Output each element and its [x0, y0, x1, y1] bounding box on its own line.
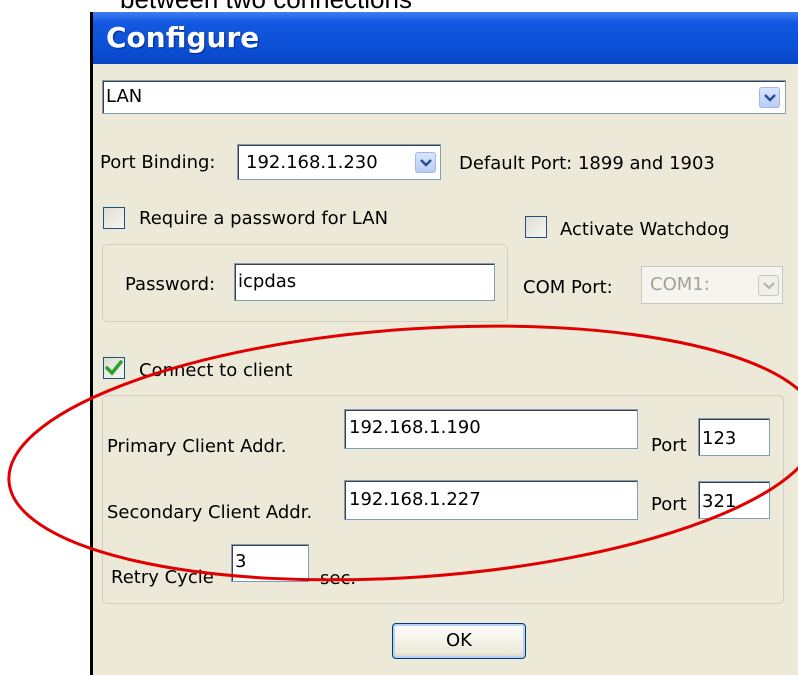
- primary-port-value: 123: [702, 428, 737, 449]
- connection-type-dropdown-button[interactable]: [759, 87, 780, 108]
- primary-client-address-field[interactable]: 192.168.1.190: [344, 409, 638, 449]
- chevron-down-icon: [764, 94, 776, 102]
- checkmark-icon: [105, 360, 123, 376]
- primary-client-label: Primary Client Addr.: [107, 436, 287, 457]
- password-label: Password:: [125, 274, 216, 295]
- activate-watchdog-checkbox[interactable]: [525, 216, 547, 238]
- secondary-client-address-value: 192.168.1.227: [349, 489, 481, 510]
- port-binding-select[interactable]: 192.168.1.230: [237, 144, 441, 180]
- secondary-port-label: Port: [651, 494, 687, 515]
- connection-type-value: LAN: [106, 86, 143, 107]
- secondary-port-value: 321: [702, 491, 737, 512]
- require-password-checkbox[interactable]: [103, 207, 125, 229]
- com-port-value: COM1:: [650, 274, 710, 295]
- chevron-down-icon: [420, 159, 432, 167]
- port-binding-dropdown-button[interactable]: [415, 152, 436, 173]
- window-title: Configure: [106, 21, 260, 54]
- primary-client-address-value: 192.168.1.190: [349, 417, 481, 438]
- ok-button[interactable]: OK: [392, 623, 526, 659]
- configure-dialog: Configure LAN Port Binding: 192.168.1.23…: [90, 12, 798, 675]
- secondary-client-label: Secondary Client Addr.: [107, 502, 313, 523]
- connect-to-client-checkbox[interactable]: [103, 357, 125, 379]
- secondary-port-field[interactable]: 321: [698, 481, 770, 519]
- secondary-client-address-field[interactable]: 192.168.1.227: [344, 480, 638, 520]
- chevron-down-icon: [763, 282, 775, 290]
- title-bar: Configure: [93, 12, 798, 64]
- retry-cycle-label: Retry Cycle: [111, 567, 214, 588]
- port-binding-label: Port Binding:: [100, 152, 216, 173]
- com-port-label: COM Port:: [523, 277, 613, 298]
- activate-watchdog-label[interactable]: Activate Watchdog: [560, 219, 729, 240]
- com-port-dropdown-button: [758, 275, 779, 296]
- connect-to-client-label[interactable]: Connect to client: [139, 360, 292, 381]
- password-field[interactable]: icpdas: [234, 263, 495, 301]
- retry-cycle-unit: sec.: [320, 568, 357, 589]
- require-password-label[interactable]: Require a password for LAN: [139, 208, 388, 229]
- retry-cycle-value: 3: [235, 551, 247, 572]
- default-port-text: Default Port: 1899 and 1903: [459, 153, 715, 174]
- connection-type-select[interactable]: LAN: [102, 80, 786, 114]
- primary-port-field[interactable]: 123: [698, 418, 770, 456]
- password-value: icpdas: [238, 271, 297, 292]
- port-binding-value: 192.168.1.230: [246, 152, 378, 173]
- primary-port-label: Port: [651, 435, 687, 456]
- com-port-select: COM1:: [641, 266, 783, 304]
- retry-cycle-field[interactable]: 3: [231, 544, 309, 582]
